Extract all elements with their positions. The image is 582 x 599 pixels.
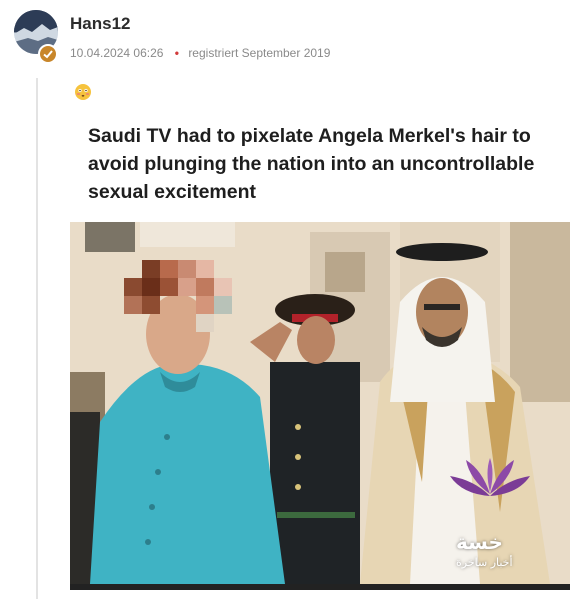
- flushed-face-emoji-icon: [75, 84, 91, 100]
- post-meta: 10.04.2024 06:26 • registriert September…: [70, 46, 330, 60]
- photo-bottom-bar: [70, 584, 570, 590]
- separator-dot: •: [174, 46, 179, 60]
- meme-photo: خسة أخبار ساخرة: [70, 222, 570, 584]
- thread-line: [36, 78, 38, 599]
- meme-image[interactable]: Saudi TV had to pixelate Angela Merkel's…: [70, 112, 570, 590]
- watermark-title: خسة: [456, 530, 503, 554]
- watermark-subtitle: أخبار ساخرة: [456, 556, 513, 569]
- meme-caption: Saudi TV had to pixelate Angela Merkel's…: [88, 125, 535, 203]
- post-timestamp[interactable]: 10.04.2024 06:26: [70, 46, 163, 60]
- username[interactable]: Hans12: [70, 14, 130, 34]
- registered-since: registriert September 2019: [188, 46, 331, 60]
- verified-badge-icon: [38, 44, 58, 64]
